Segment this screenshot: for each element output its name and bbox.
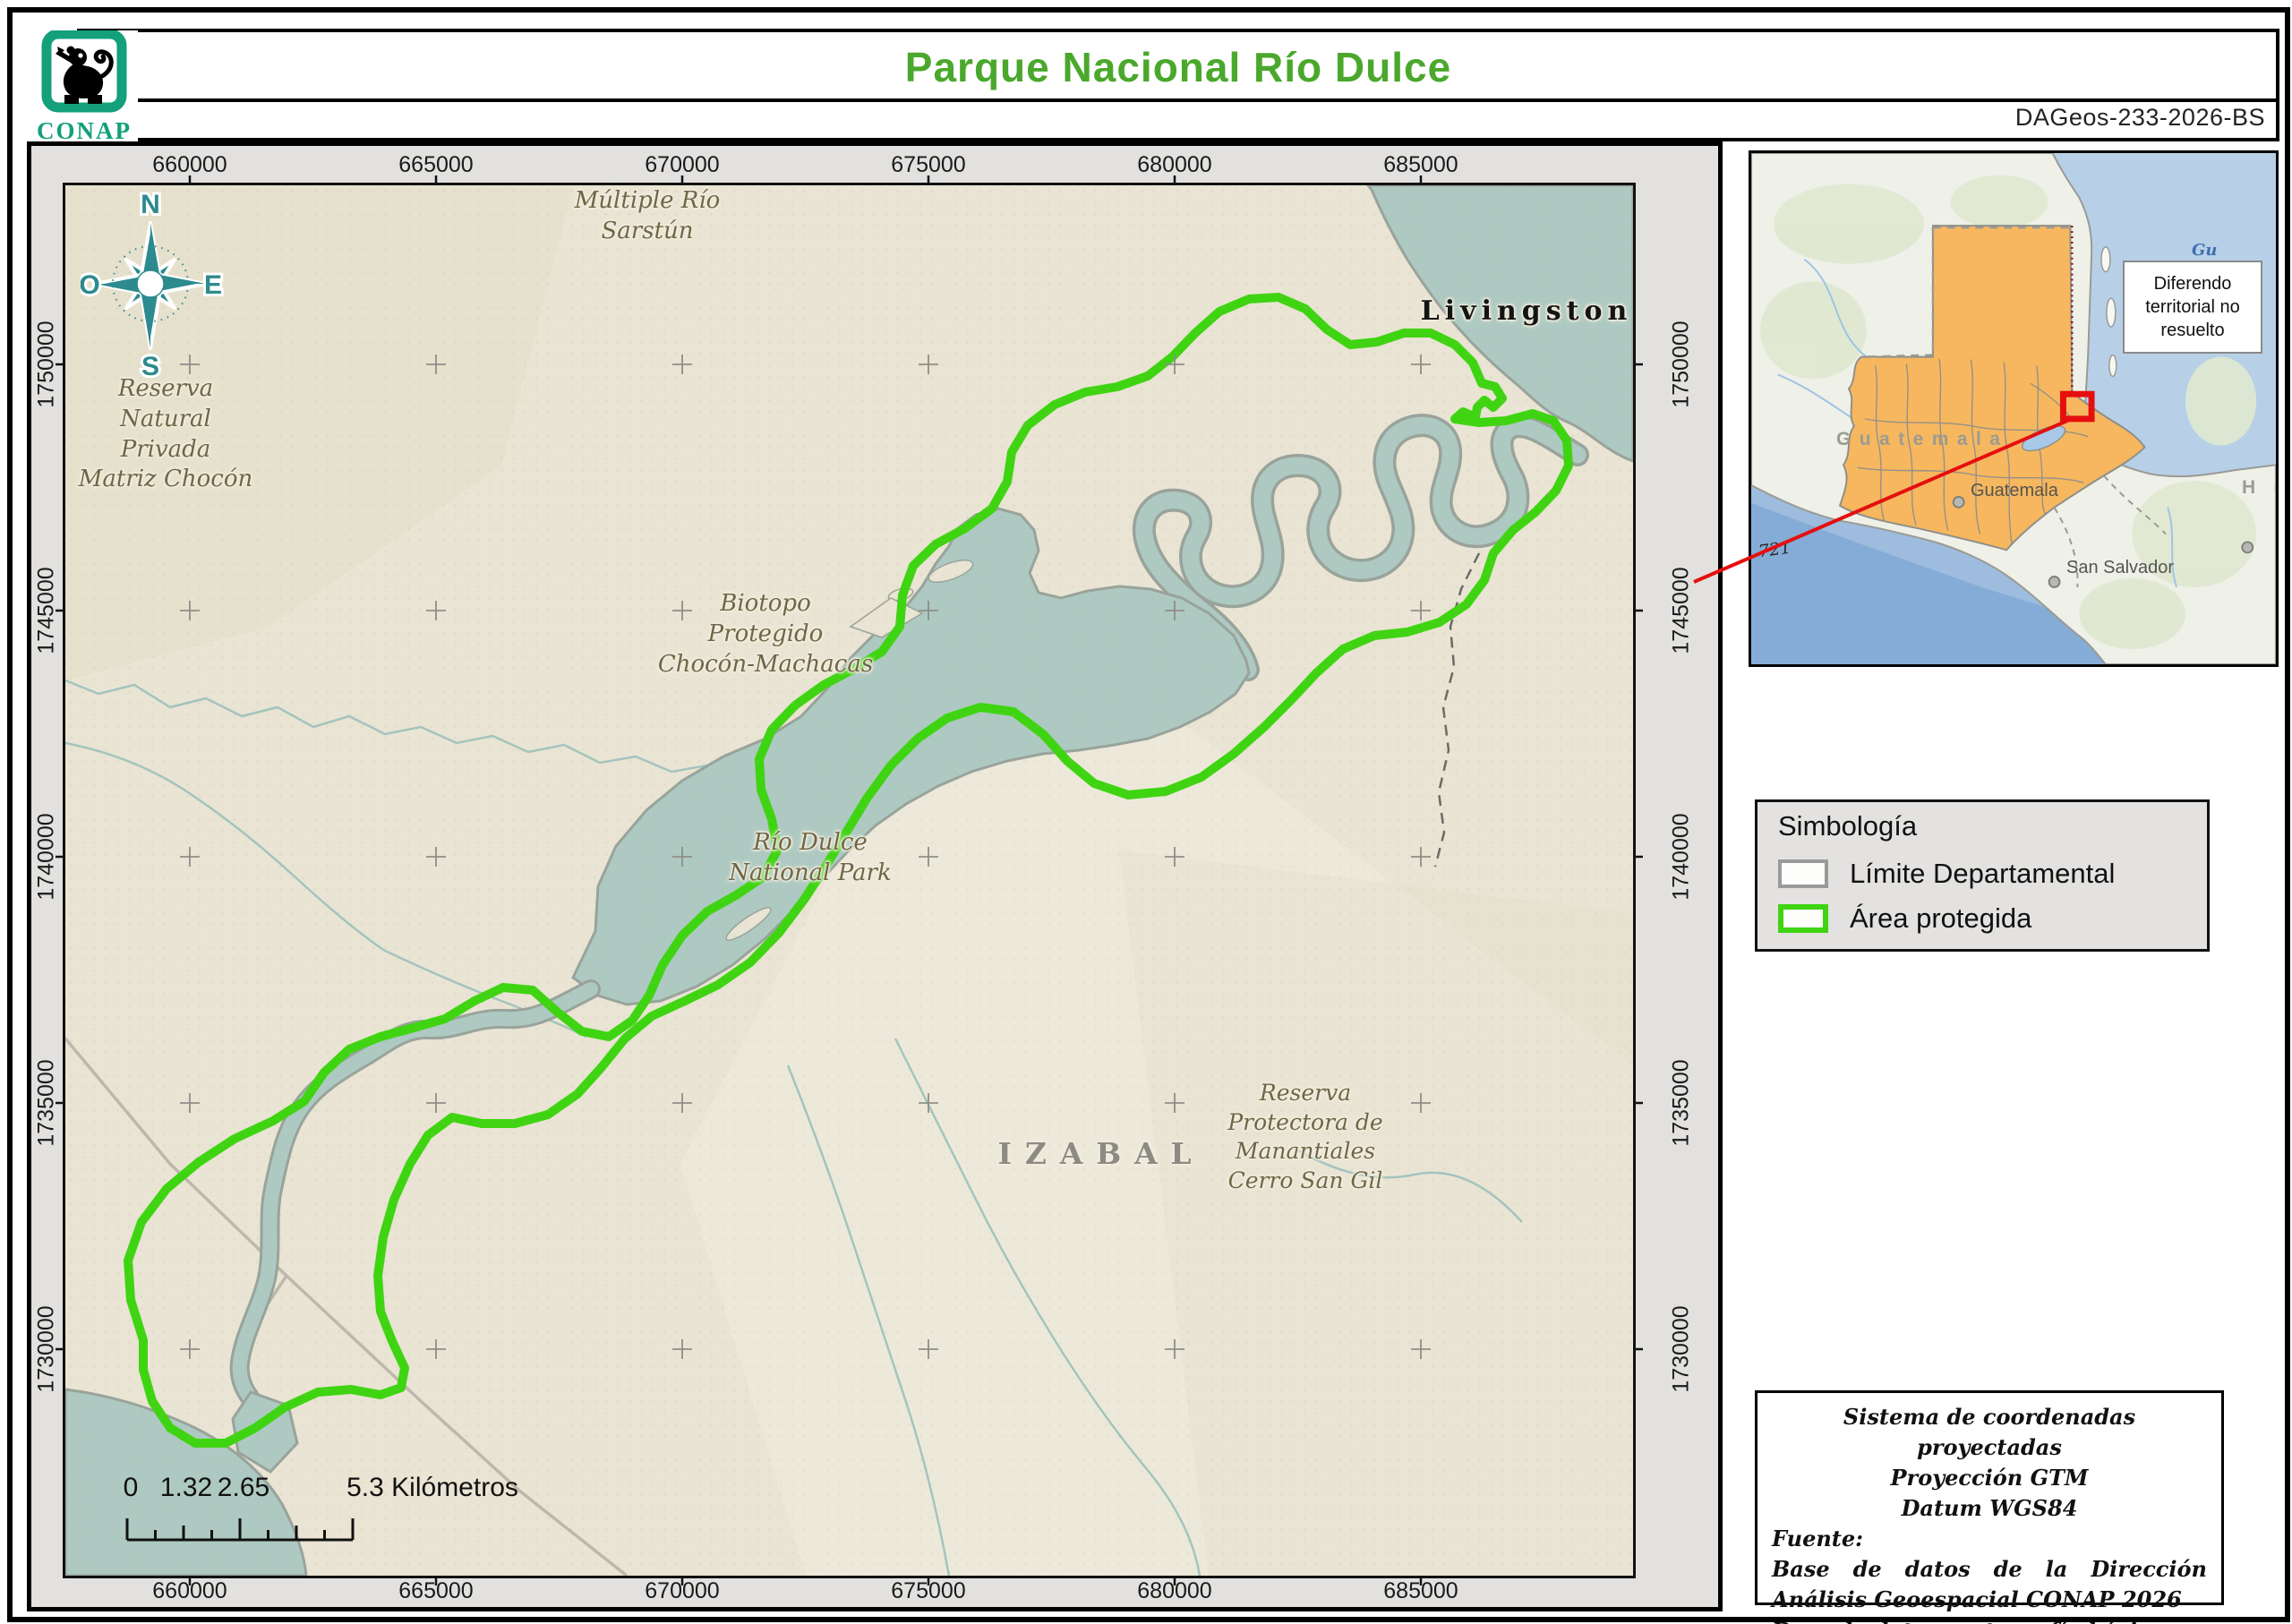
label-reserva-matriz-chocon: ReservaNatural PrivadaMatriz Chocón	[67, 374, 264, 495]
inset-city-label: Guatemala	[1971, 481, 2058, 501]
projection-line: Proyección GTM	[1772, 1463, 2207, 1493]
compass-e: E	[204, 270, 222, 300]
conap-logo-text: CONAP	[30, 117, 138, 145]
page-title: Parque Nacional Río Dulce	[77, 29, 2279, 106]
locator-inset-map: Guatemala Guatemala San Salvador H o Gu …	[1749, 150, 2279, 667]
legend-item-area-protegida: Área protegida	[1778, 902, 2031, 935]
inset-basemap	[1751, 153, 2276, 664]
doc-code: DAGeos-233-2026-BS	[2015, 104, 2265, 132]
inset-gulf-label: Gu	[2192, 241, 2217, 260]
source-2: Base de datos cartografía básica IGN 201…	[1772, 1616, 2207, 1624]
label-livingston: Livingston	[1392, 294, 1661, 329]
credits-box: Sistema de coordenadas proyectadas Proye…	[1755, 1390, 2224, 1605]
departmental-limit-swatch	[1778, 859, 1828, 888]
compass-n: N	[141, 190, 160, 219]
label-rio-dulce-national-park: Río DulceNational Park	[676, 828, 945, 889]
compass-rose-icon: N S E O	[81, 190, 224, 381]
conap-logo: CONAP	[30, 30, 138, 141]
map-document: Parque Nacional Río Dulce DAGeos-233-202…	[0, 0, 2292, 1624]
protected-area-swatch	[1778, 904, 1828, 933]
inset-country-label: Guatemala	[1836, 429, 2008, 450]
compass-s: S	[141, 352, 159, 381]
scale-bar	[124, 1511, 374, 1543]
legend-title: Simbología	[1778, 810, 1917, 842]
inset-san-salvador-label: San Salvador	[2066, 558, 2174, 578]
source-1: Base de datos de la Dirección Análisis G…	[1772, 1554, 2207, 1615]
compass-w: O	[81, 270, 100, 300]
conap-monkey-icon	[38, 30, 131, 113]
label-biotopo-chocon-machacas: BiotopoProtegidoChocón-Machacas	[631, 589, 900, 680]
label-multiple-rio-sarstun: Múltiple RíoSarstún	[553, 186, 741, 247]
inset-honduras-label: H o	[2242, 477, 2279, 499]
crs-line: Sistema de coordenadas proyectadas	[1772, 1402, 2207, 1463]
datum-line: Datum WGS84	[1772, 1493, 2207, 1524]
scale-bar-labels: 0 1.32 2.65 5.3 Kilómetros	[124, 1473, 500, 1505]
label-cerro-san-gil: ReservaProtectora de ManantialesCerro Sa…	[1198, 1079, 1413, 1195]
fuente-label: Fuente:	[1772, 1524, 2207, 1554]
doc-code-strip	[77, 98, 2279, 141]
territorial-dispute-note: Diferendo territorial no resuelto	[2123, 261, 2262, 354]
legend-item-limite: Límite Departamental	[1778, 858, 2115, 890]
